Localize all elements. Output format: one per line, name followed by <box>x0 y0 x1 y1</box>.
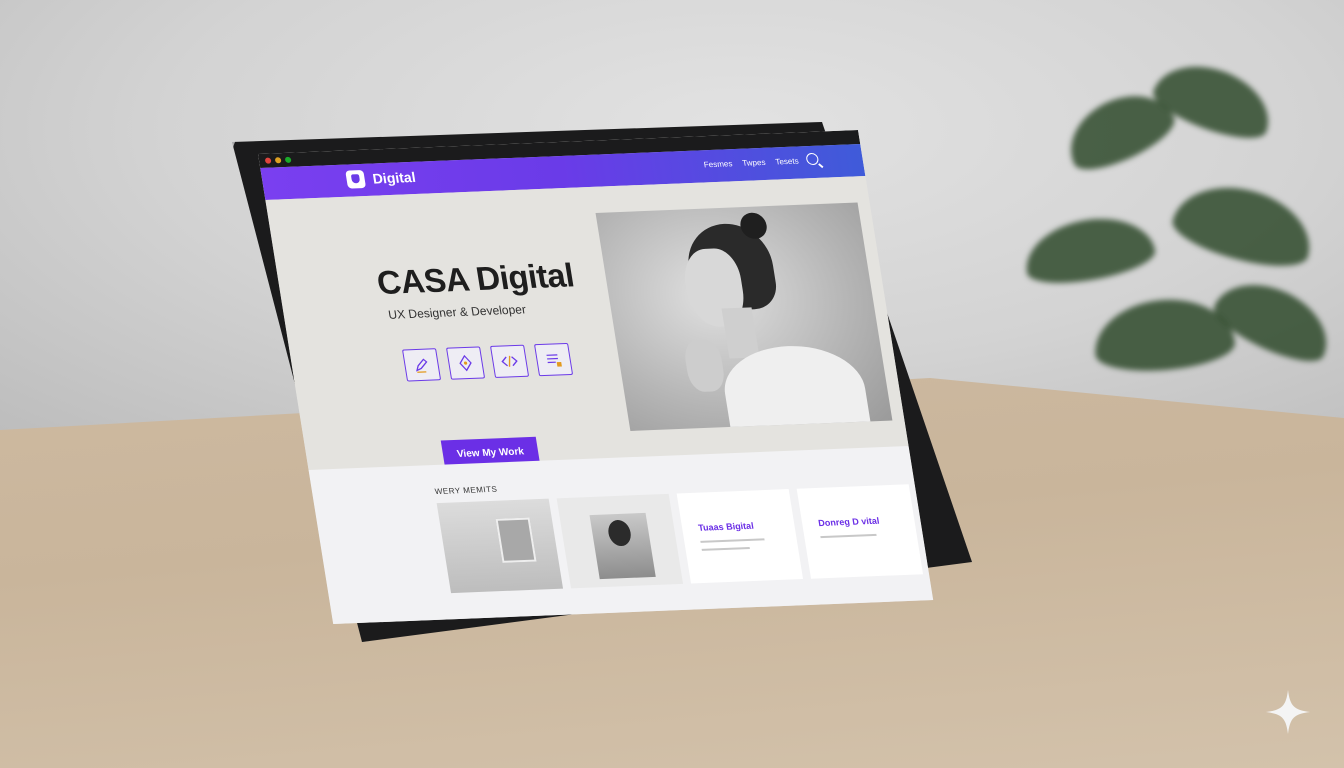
work-section: WERY MEMITS Tuaas Bigital Donreg D vital <box>308 446 934 624</box>
plant <box>1004 40 1344 430</box>
sparkle-icon <box>1266 690 1310 734</box>
document-icon[interactable] <box>534 342 574 377</box>
pen-icon[interactable] <box>402 348 442 382</box>
logo-icon <box>345 169 367 189</box>
maximize-dot[interactable] <box>284 156 292 163</box>
tablet: Digital Fesmes Twpes Tesets CASA Digital… <box>232 122 972 642</box>
nav-link-2[interactable]: Twpes <box>742 158 767 168</box>
site-logo[interactable]: Digital <box>345 168 417 189</box>
hero-portrait-image <box>595 202 893 431</box>
work-cards: Tuaas Bigital Donreg D vital <box>436 484 924 594</box>
hero-title: CASA Digital <box>374 256 577 302</box>
card-4-label: Donreg D vital <box>817 515 881 529</box>
card-3-label: Tuaas Bigital <box>697 520 755 533</box>
work-card-3[interactable]: Tuaas Bigital <box>676 489 804 584</box>
nav-links: Fesmes Twpes Tesets <box>703 157 799 170</box>
vector-icon[interactable] <box>446 346 486 380</box>
work-card-1[interactable] <box>436 498 564 594</box>
logo-text: Digital <box>371 168 417 187</box>
hero-section: CASA Digital UX Designer & Developer Vie… <box>265 176 909 470</box>
scene: Digital Fesmes Twpes Tesets CASA Digital… <box>0 0 1344 768</box>
skill-icons <box>402 342 574 382</box>
nav-link-1[interactable]: Fesmes <box>703 159 733 169</box>
minimize-dot[interactable] <box>274 157 282 164</box>
work-card-4[interactable]: Donreg D vital <box>796 484 924 579</box>
search-icon[interactable] <box>805 152 820 166</box>
work-card-2[interactable] <box>556 493 684 589</box>
nav-link-3[interactable]: Tesets <box>775 157 800 167</box>
section-title: WERY MEMITS <box>434 484 499 497</box>
window-controls <box>264 156 292 164</box>
hero-subtitle: UX Designer & Developer <box>387 302 527 322</box>
tablet-screen: Digital Fesmes Twpes Tesets CASA Digital… <box>258 130 934 624</box>
close-dot[interactable] <box>264 157 272 164</box>
code-icon[interactable] <box>490 344 530 378</box>
